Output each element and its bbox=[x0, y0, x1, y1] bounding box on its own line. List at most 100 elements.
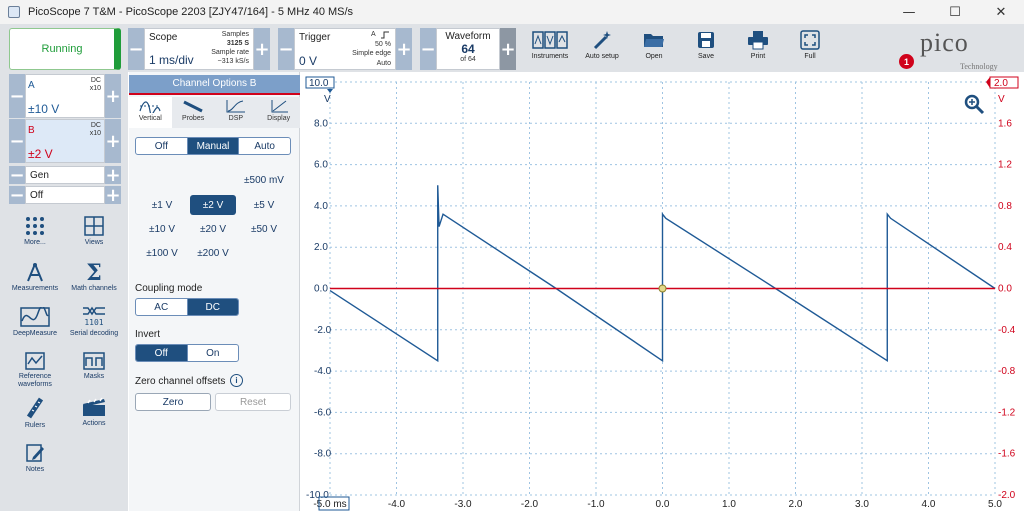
math-channels-button[interactable]: Σ Math channels bbox=[64, 262, 124, 293]
notification-badge[interactable]: 1 bbox=[899, 54, 914, 69]
gen-state-decrease[interactable]: − bbox=[9, 185, 25, 206]
left-axis-tick-label: -4.0 bbox=[314, 366, 332, 377]
channel-a-coupling: DC bbox=[90, 77, 101, 84]
waveform-buffer-control[interactable]: Waveform 64 of 64 bbox=[436, 28, 500, 70]
channel-b-control[interactable]: B DC x10 ±2 V bbox=[25, 119, 105, 163]
tab-vertical-label: Vertical bbox=[138, 115, 162, 122]
channel-b-coupling: DC bbox=[90, 122, 101, 129]
trigger-increase-button[interactable]: + bbox=[396, 28, 412, 70]
info-icon[interactable]: i bbox=[230, 374, 243, 387]
zero-button[interactable]: Zero bbox=[135, 393, 211, 411]
coupling-ac[interactable]: AC bbox=[136, 299, 188, 315]
masks-button[interactable]: Masks bbox=[64, 352, 124, 381]
instruments-button[interactable]: Instruments bbox=[530, 30, 570, 60]
tab-probes[interactable]: Probes bbox=[172, 97, 215, 128]
tab-display[interactable]: Display bbox=[257, 97, 300, 128]
trigger-marker bbox=[658, 284, 667, 293]
range-200v[interactable]: ±200 V bbox=[190, 243, 236, 263]
open-button[interactable]: Open bbox=[634, 30, 674, 60]
channel-a-control[interactable]: A DC x10 ±10 V bbox=[25, 74, 105, 118]
tab-vertical[interactable]: Vertical bbox=[129, 97, 172, 128]
range-500mv[interactable]: ±500 mV bbox=[241, 170, 287, 190]
left-axis-tick-label: -6.0 bbox=[314, 407, 332, 418]
print-button[interactable]: Print bbox=[738, 30, 778, 60]
timebase-increase-button[interactable]: + bbox=[254, 28, 270, 70]
gen-state-increase[interactable]: + bbox=[105, 185, 121, 206]
coupling-dc[interactable]: DC bbox=[187, 299, 238, 315]
channel-options-panel: Channel Options B Vertical Probes DSP Di… bbox=[129, 72, 300, 511]
save-label: Save bbox=[698, 53, 714, 60]
x-axis-tick-label: 3.0 bbox=[855, 499, 869, 510]
save-button[interactable]: Save bbox=[686, 30, 726, 60]
timebase-control[interactable]: Scope Samples 3125 S Sample rate ~313 kS… bbox=[144, 28, 254, 70]
reference-waveform-icon bbox=[25, 352, 45, 370]
deepmeasure-button[interactable]: DeepMeasure bbox=[5, 307, 65, 338]
right-axis-tick-label: 0.4 bbox=[998, 242, 1012, 253]
invert-off[interactable]: Off bbox=[136, 345, 188, 361]
channel-b-range-decrease[interactable]: − bbox=[9, 119, 25, 163]
gen-state-control[interactable]: Off bbox=[25, 186, 105, 204]
channel-a-range-decrease[interactable]: − bbox=[9, 74, 25, 118]
zero-offsets-label: Zero channel offsets bbox=[135, 376, 226, 387]
rulers-label: Rulers bbox=[24, 422, 46, 429]
close-button[interactable]: ✕ bbox=[978, 0, 1024, 24]
math-channels-label: Math channels bbox=[71, 285, 117, 292]
channel-color-strip bbox=[129, 93, 300, 95]
mode-off[interactable]: Off bbox=[136, 138, 188, 154]
invert-on[interactable]: On bbox=[188, 345, 239, 361]
reset-button[interactable]: Reset bbox=[215, 393, 291, 411]
waveform-number: 64 bbox=[461, 42, 475, 56]
tab-dsp[interactable]: DSP bbox=[215, 97, 258, 128]
mode-auto[interactable]: Auto bbox=[239, 138, 290, 154]
views-button[interactable]: Views bbox=[64, 216, 124, 247]
views-label: Views bbox=[84, 239, 104, 246]
probe-tab-icon bbox=[183, 100, 203, 113]
trigger-type: Simple edge bbox=[352, 50, 391, 57]
range-1v[interactable]: ±1 V bbox=[139, 195, 185, 215]
gen-decrease[interactable]: − bbox=[9, 165, 25, 186]
range-50v[interactable]: ±50 V bbox=[241, 219, 287, 239]
range-100v[interactable]: ±100 V bbox=[139, 243, 185, 263]
trigger-percent: 50 % bbox=[375, 41, 391, 48]
notes-button[interactable]: Notes bbox=[5, 443, 65, 474]
timebase-decrease-button[interactable]: − bbox=[128, 28, 144, 70]
actions-button[interactable]: Actions bbox=[64, 397, 124, 428]
rulers-button[interactable]: Rulers bbox=[5, 397, 65, 430]
x-axis-tick-label: -3.0 bbox=[454, 499, 472, 510]
x-axis-tick-label: 2.0 bbox=[789, 499, 803, 510]
serial-decoding-button[interactable]: 1101 Serial decoding bbox=[64, 305, 124, 338]
caliper-icon bbox=[27, 263, 43, 282]
waveform-next-button[interactable]: + bbox=[500, 28, 516, 70]
printer-icon bbox=[748, 31, 768, 50]
scope-chart[interactable]: 8.0 6.0 4.0 2.0 0.0 -2.0 -4.0 -6.0 -8.0 1.6 1.2 0.8… bbox=[300, 72, 1024, 511]
channel-a-range-increase[interactable]: + bbox=[105, 74, 121, 118]
instruments-icon bbox=[532, 31, 568, 49]
minimize-button[interactable]: — bbox=[886, 0, 932, 24]
maximize-button[interactable]: ☐ bbox=[932, 0, 978, 24]
range-5v[interactable]: ±5 V bbox=[241, 195, 287, 215]
x-axis-tick-label: 5.0 bbox=[988, 499, 1002, 510]
x-axis-tick-label: 0.0 bbox=[656, 499, 670, 510]
run-stop-button[interactable]: Running bbox=[9, 28, 121, 70]
range-10v[interactable]: ±10 V bbox=[139, 219, 185, 239]
trigger-control[interactable]: Trigger A 50 % Simple edge Auto 0 V bbox=[294, 28, 396, 70]
reference-waveforms-button[interactable]: Reference waveforms bbox=[5, 352, 65, 389]
more-button[interactable]: More... bbox=[5, 216, 65, 247]
scope-view[interactable]: 8.0 6.0 4.0 2.0 0.0 -2.0 -4.0 -6.0 -8.0 1.6 1.2 0.8… bbox=[300, 72, 1024, 511]
left-axis-tick-label: -8.0 bbox=[314, 449, 332, 460]
auto-setup-button[interactable]: Auto setup bbox=[582, 30, 622, 60]
gen-increase[interactable]: + bbox=[105, 165, 121, 186]
gen-control[interactable]: Gen bbox=[25, 166, 105, 184]
mode-manual[interactable]: Manual bbox=[187, 138, 240, 154]
waveform-previous-button[interactable]: − bbox=[420, 28, 436, 70]
range-2v[interactable]: ±2 V bbox=[190, 195, 236, 215]
measurements-button[interactable]: Measurements bbox=[5, 262, 65, 293]
full-screen-button[interactable]: Full bbox=[790, 30, 830, 60]
trigger-decrease-button[interactable]: − bbox=[278, 28, 294, 70]
range-mode-selector: Off Manual Auto bbox=[135, 137, 291, 155]
ruler-icon bbox=[26, 397, 44, 419]
zoom-icon[interactable] bbox=[964, 94, 986, 116]
range-20v[interactable]: ±20 V bbox=[190, 219, 236, 239]
channel-b-range-increase[interactable]: + bbox=[105, 119, 121, 163]
print-label: Print bbox=[750, 53, 766, 60]
